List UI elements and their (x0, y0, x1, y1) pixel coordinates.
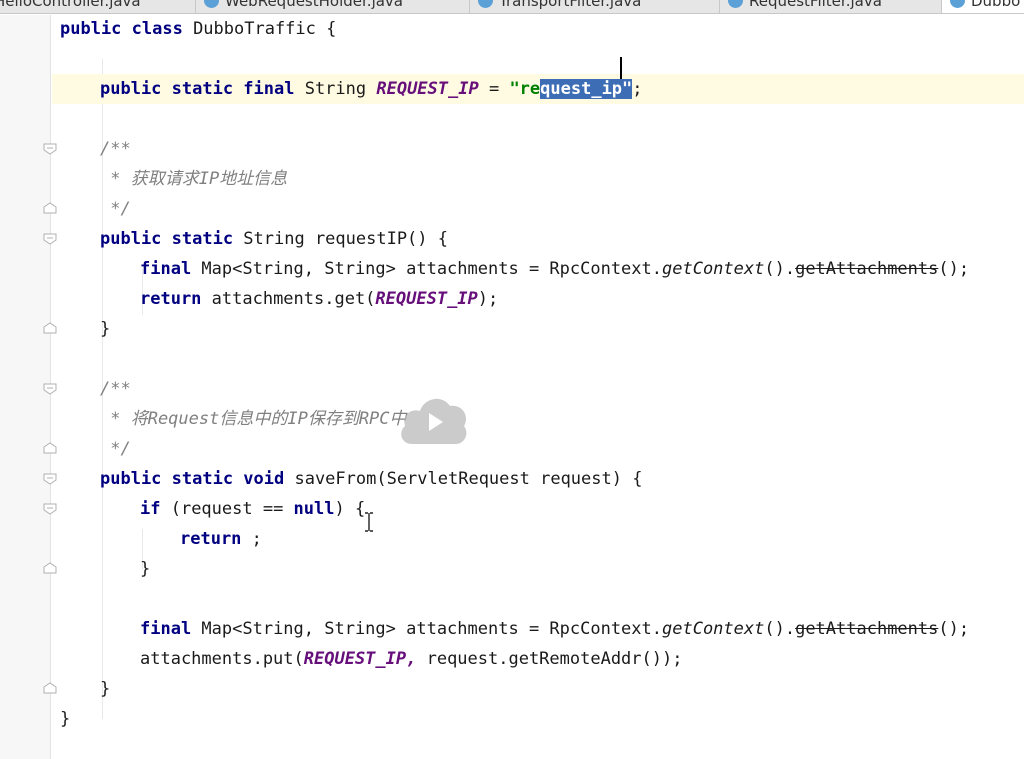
keyword: final (140, 259, 192, 279)
play-overlay-icon[interactable] (398, 388, 470, 448)
code-line: final Map<String, String> attachments = … (52, 614, 1024, 644)
constant: REQUEST_IP (376, 79, 479, 99)
code-line: attachments.put(REQUEST_IP, request.getR… (52, 644, 1024, 674)
code-text: ; (241, 529, 262, 549)
closing-brace: } (140, 559, 151, 579)
closing-brace: } (100, 319, 111, 339)
keyword: return (140, 289, 202, 309)
static-method: getContext (662, 259, 765, 279)
tab-web-request-holder[interactable]: WebRequestHolder.java (196, 0, 470, 13)
semicolon: ; (632, 79, 643, 99)
tab-label: DubboTraffic.java (971, 0, 1024, 10)
code-line-current: public static final String REQUEST_IP = … (52, 74, 1024, 104)
java-file-icon (950, 0, 965, 8)
tab-label: TransportFilter.java (499, 0, 642, 10)
tab-request-filter[interactable]: RequestFilter.java (720, 0, 942, 13)
java-file-icon (204, 0, 219, 8)
keyword: public static void (100, 469, 285, 489)
keyword: public class (60, 19, 183, 39)
type: String (294, 79, 377, 99)
code-line: return attachments.get(REQUEST_IP); (52, 284, 1024, 314)
constant: REQUEST_IP (375, 289, 478, 309)
code-line: final Map<String, String> attachments = … (52, 254, 1024, 284)
selected-text: quest_ip" (540, 79, 633, 99)
code-text: Map<String, String> attachments = RpcCon… (191, 259, 662, 279)
keyword: if (140, 499, 161, 519)
text-caret (620, 57, 622, 79)
text-cursor-icon (364, 512, 374, 532)
doc-comment: * 将Request信息中的IP保存到RPC中 (100, 409, 407, 429)
doc-comment: /** (100, 139, 131, 159)
closing-brace: } (60, 709, 71, 729)
doc-comment: * 获取请求IP地址信息 (100, 169, 288, 189)
tab-label: HelloController.java (0, 0, 141, 10)
deprecated-method: getAttachments (795, 259, 939, 279)
code-text: (); (938, 619, 970, 639)
tab-dubbo-traffic[interactable]: DubboTraffic.java (942, 0, 1024, 13)
keyword: public static final (100, 79, 295, 99)
tab-label: RequestFilter.java (749, 0, 882, 10)
tab-label: WebRequestHolder.java (225, 0, 403, 10)
deprecated-method: getAttachments (795, 619, 939, 639)
operator: = (478, 79, 510, 99)
code-line: if (request == null) { (52, 494, 1024, 524)
static-method: getContext (662, 619, 765, 639)
keyword: return (180, 529, 242, 549)
java-file-icon (728, 0, 743, 8)
keyword: final (140, 619, 192, 639)
closing-brace: } (100, 679, 111, 699)
method-signature: saveFrom(ServletRequest request) { (284, 469, 643, 489)
keyword: public static (100, 229, 234, 249)
string-literal: "re (509, 79, 541, 99)
code-text: request.getRemoteAddr()); (416, 649, 683, 669)
code-text: (request == (160, 499, 294, 519)
doc-comment: */ (100, 439, 131, 459)
tab-hello-controller[interactable]: HelloController.java (0, 0, 196, 13)
code-line: public static String requestIP() { (52, 224, 1024, 254)
code-text: (). (764, 619, 796, 639)
editor-tab-bar: HelloController.java WebRequestHolder.ja… (0, 0, 1024, 14)
class-name: DubboTraffic { (182, 19, 337, 39)
code-text: (); (938, 259, 970, 279)
code-text: Map<String, String> attachments = RpcCon… (191, 619, 662, 639)
code-text: (). (764, 259, 796, 279)
method-signature: String requestIP() { (233, 229, 448, 249)
code-editor[interactable]: public class DubboTraffic { public stati… (52, 15, 1024, 759)
doc-comment: /** (100, 379, 131, 399)
doc-comment: */ (100, 199, 131, 219)
code-text: attachments.put( (140, 649, 304, 669)
code-text: attachments.get( (201, 289, 376, 309)
code-text: ); (477, 289, 499, 309)
tab-transport-filter[interactable]: TransportFilter.java (470, 0, 720, 13)
code-line: public static void saveFrom(ServletReque… (52, 464, 1024, 494)
keyword: null (293, 499, 335, 519)
code-text: ) { (334, 499, 366, 519)
constant: REQUEST_IP, (303, 649, 417, 669)
code-line: return ; (52, 524, 1024, 554)
java-file-icon (478, 0, 493, 8)
code-line: public class DubboTraffic { (52, 14, 1024, 44)
